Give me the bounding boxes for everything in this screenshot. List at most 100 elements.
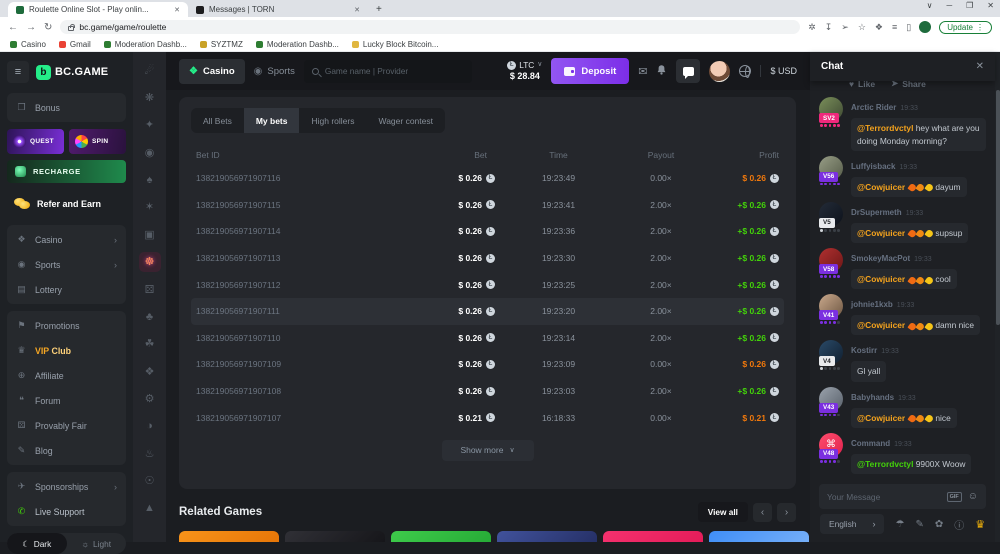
window-minimize-icon[interactable]: ─ [946,1,952,10]
bet-tab-wager-contest[interactable]: Wager contest [366,108,445,133]
moderation-icon[interactable]: ✿ [935,519,943,530]
rain-icon[interactable]: ☂ [895,519,904,530]
nav-sports-button[interactable]: ◉Sports [254,66,295,77]
bet-tab-my-bets[interactable]: My bets [244,108,300,133]
sidebar-item-casino[interactable]: ❖ Casino› [7,227,126,252]
chat-message-input[interactable]: Your Message GIF ☺ [819,484,986,509]
bet-table-row[interactable]: 138219056971907112 $ 0.26 Ł 19:23:25 2.0… [191,271,784,298]
contest-trophy-icon[interactable]: ♛ [975,518,985,531]
bet-table-row[interactable]: 138219056971907108 $ 0.26 Ł 19:23:03 2.0… [191,378,784,405]
window-menu-icon[interactable]: ∨ [927,1,933,10]
sidebar-item-forum[interactable]: ❝ Forum [7,388,126,413]
game-thumbnail[interactable] [497,531,597,542]
bookmark-item[interactable]: Lucky Block Bitcoin... [352,40,439,49]
user-avatar[interactable] [709,61,730,82]
sidebar-item-sponsorships[interactable]: ✈ Sponsorships› [7,474,126,499]
update-button[interactable]: Update⋮ [939,21,992,34]
mention[interactable]: @Terrordvctyl [857,459,913,469]
bet-tab-all-bets[interactable]: All Bets [191,108,244,133]
hot-games-icon[interactable]: ☄ [139,60,161,80]
cards-icon[interactable]: ♠ [139,170,161,190]
chat-username[interactable]: Babyhands19:33 [851,393,916,402]
bet-table-row[interactable]: 138219056971907109 $ 0.26 Ł 19:23:09 0.0… [191,351,784,378]
chat-username[interactable]: SmokeyMacPot19:33 [851,254,932,263]
reading-list-icon[interactable]: ≡ [892,22,897,32]
chat-username[interactable]: Luffyisback19:33 [851,162,917,171]
theme-toggle[interactable]: ☾Dark ☼Light [7,533,126,554]
keno-icon[interactable]: ☘ [139,334,161,354]
sidebar-item-vip-club[interactable]: ♛ VIP Club [7,338,126,363]
game-thumbnail[interactable] [603,531,703,542]
view-all-button[interactable]: View all [698,502,748,522]
chat-username[interactable]: Kostirr19:33 [851,346,899,355]
carousel-prev-icon[interactable]: ‹ [753,503,772,522]
wallet-balance[interactable]: ŁLTC∨ $ 28.84 [507,60,542,82]
browser-tab[interactable]: Messages | TORN ✕ [188,2,368,17]
game-thumbnail[interactable] [709,531,809,542]
sidebar-item-affiliate[interactable]: ⊕ Affiliate [7,363,126,388]
roulette-icon[interactable]: ☸ [139,252,161,272]
sidebar-item-provably-fair[interactable]: ⚄ Provably Fair [7,413,126,438]
gif-icon[interactable]: GIF [947,492,962,502]
sidebar-item-sports[interactable]: ◉ Sports› [7,252,126,277]
chat-close-icon[interactable]: ✕ [976,61,984,72]
sidebar-item-promotions[interactable]: ⚑ Promotions [7,313,126,338]
sidebar-item-live-support[interactable]: ✆ Live Support [7,499,126,524]
forward-icon[interactable]: → [26,22,36,33]
bookmark-star-icon[interactable]: ☆ [858,22,866,33]
bookmark-item[interactable]: Moderation Dashb... [104,40,187,49]
game-thumbnail[interactable] [179,531,279,542]
chat-username[interactable]: Command19:33 [851,439,912,448]
game-thumbnail[interactable] [391,531,491,542]
reload-icon[interactable]: ↻ [44,22,52,33]
bookmark-item[interactable]: SYZTMZ [200,40,243,49]
sidebar-item-lottery[interactable]: ▤ Lottery [7,277,126,302]
dice-icon[interactable]: ⚄ [139,279,161,299]
sidebar-item-blog[interactable]: ✎ Blog [7,438,126,463]
browser-tab-active[interactable]: Roulette Online Slot - Play onlin... ✕ [8,2,188,17]
slots-icon[interactable]: ❋ [139,87,161,107]
quest-badge[interactable]: QUEST [7,129,64,154]
mention[interactable]: @Cowjuicer [857,274,905,284]
window-close-icon[interactable]: ✕ [987,1,994,10]
share-button[interactable]: ➤Share [891,81,926,89]
chat-toggle-button[interactable] [676,59,700,83]
tab-close-icon[interactable]: ✕ [354,6,360,14]
window-maximize-icon[interactable]: ❐ [966,1,973,10]
gems-icon[interactable]: ❖ [139,361,161,381]
info-icon[interactable]: ⓘ [954,517,964,532]
like-button[interactable]: ♥Like [849,81,875,89]
poker-icon[interactable]: ♣ [139,307,161,327]
mention[interactable]: @Cowjuicer [857,182,905,192]
plinko-icon[interactable]: ▣ [139,224,161,244]
deposit-button[interactable]: Deposit [551,58,629,84]
wheel-icon[interactable]: ⚙ [139,389,161,409]
refer-and-earn-button[interactable]: Refer and Earn [7,191,126,217]
page-scrollbar[interactable] [995,52,1000,542]
key-icon[interactable]: ✲ [808,22,816,33]
carousel-next-icon[interactable]: › [777,503,796,522]
tower-icon[interactable]: ♨ [139,443,161,463]
bet-table-row[interactable]: 138219056971907110 $ 0.26 Ł 19:23:14 2.0… [191,325,784,352]
chat-language-select[interactable]: English› [820,514,884,534]
hamburger-menu-icon[interactable]: ≡ [7,61,29,83]
show-more-button[interactable]: Show more∨ [442,440,534,461]
mention[interactable]: @Cowjuicer [857,413,905,423]
download-icon[interactable]: ↧ [825,22,833,33]
side-panel-icon[interactable]: ▯ [906,22,911,33]
mines-icon[interactable]: ✶ [139,197,161,217]
chat-message-list[interactable]: Payout2475 x ♥Like ➤Share SV2 Arctic Rid… [810,81,995,479]
back-icon[interactable]: ← [8,22,18,33]
bookmark-item[interactable]: Moderation Dashb... [256,40,339,49]
mention[interactable]: @Terrordvctyl [857,123,913,133]
bookmark-item[interactable]: Casino [10,40,46,49]
extensions-icon[interactable]: ❖ [875,22,883,33]
recharge-banner[interactable]: RECHARGE [7,160,126,183]
emoji-icon[interactable]: ☺ [968,491,978,502]
theme-dark-option[interactable]: ☾Dark [7,533,67,554]
racing-icon[interactable]: ▲ [139,498,161,518]
sidebar-item-bonus[interactable]: ❒ Bonus [7,95,126,120]
chat-rules-icon[interactable]: ✎ [915,519,923,530]
spin-badge[interactable]: SPIN [69,129,126,154]
game-thumbnail[interactable] [285,531,385,542]
